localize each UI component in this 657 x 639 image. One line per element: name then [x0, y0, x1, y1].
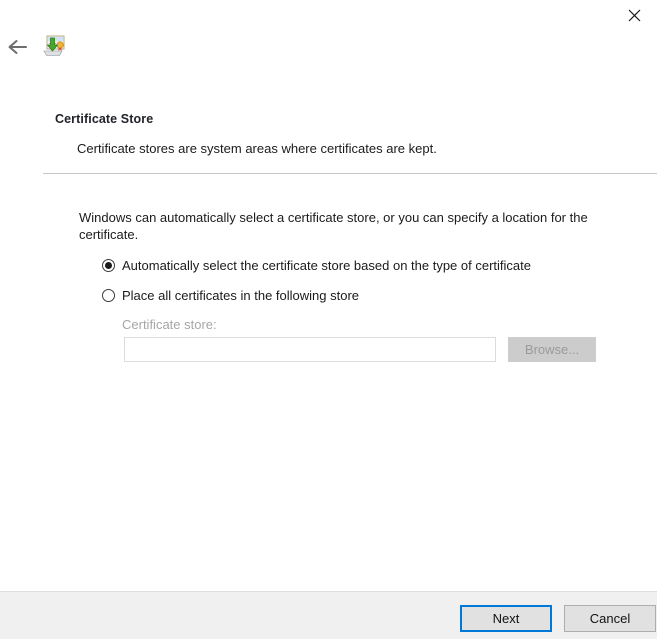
close-icon	[628, 9, 641, 22]
radio-indicator	[102, 288, 115, 302]
radio-auto-select-store-label: Automatically select the certificate sto…	[122, 257, 531, 273]
certificate-store-input[interactable]	[124, 337, 496, 362]
cancel-button[interactable]: Cancel	[564, 605, 656, 632]
radio-place-in-store[interactable]: Place all certificates in the following …	[102, 286, 612, 304]
radio-auto-select-store[interactable]: Automatically select the certificate sto…	[102, 256, 612, 274]
close-button[interactable]	[612, 0, 657, 30]
back-arrow-icon	[7, 38, 29, 56]
footer-bar: Next Cancel	[0, 591, 657, 639]
certificate-store-options: Automatically select the certificate sto…	[102, 256, 612, 316]
header-divider	[43, 173, 657, 174]
browse-button[interactable]: Browse...	[508, 337, 596, 362]
radio-indicator	[102, 258, 115, 272]
back-button[interactable]	[4, 33, 32, 61]
window-titlebar	[0, 0, 657, 72]
next-button[interactable]: Next	[460, 605, 552, 632]
description-text: Windows can automatically select a certi…	[79, 210, 588, 242]
certificate-store-label: Certificate store:	[122, 317, 217, 332]
page-subtitle: Certificate stores are system areas wher…	[77, 141, 437, 156]
page-title: Certificate Store	[55, 112, 154, 126]
certificate-import-icon	[40, 33, 66, 59]
certificate-import-wizard: Certificate Store Certificate stores are…	[0, 0, 657, 639]
radio-place-in-store-label: Place all certificates in the following …	[122, 287, 360, 303]
